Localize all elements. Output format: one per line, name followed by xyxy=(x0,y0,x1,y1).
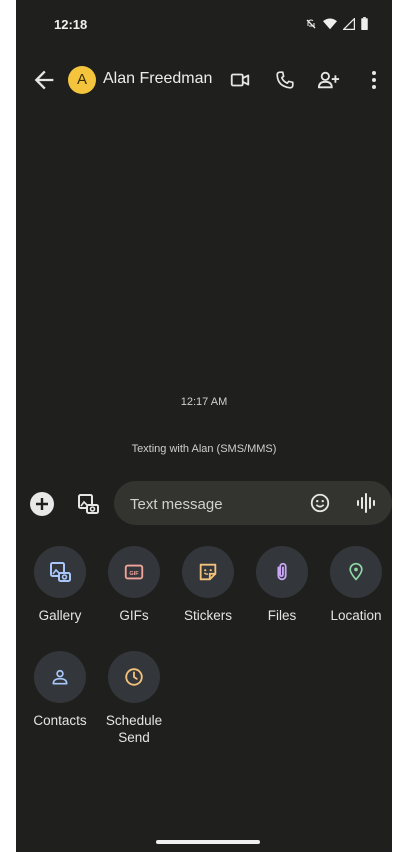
phone-icon xyxy=(276,71,294,89)
silent-icon xyxy=(306,19,316,28)
wifi-icon xyxy=(323,17,337,29)
attach-gifs[interactable]: GIF GIFs xyxy=(98,546,170,624)
attach-files-circle xyxy=(256,546,308,598)
more-options-button[interactable] xyxy=(360,66,388,94)
attach-stickers-circle xyxy=(182,546,234,598)
attach-label: GIFs xyxy=(119,608,149,623)
signal-icon xyxy=(343,17,355,30)
gallery-icon xyxy=(78,494,99,514)
contact-icon xyxy=(52,669,68,685)
video-call-button[interactable] xyxy=(226,66,254,94)
voice-waveform-icon xyxy=(357,493,375,513)
status-icons xyxy=(305,17,368,30)
attach-label: Location xyxy=(330,608,382,623)
add-attachment-button[interactable] xyxy=(30,492,54,516)
attach-files[interactable]: Files xyxy=(246,546,318,624)
gif-icon: GIF xyxy=(124,564,144,580)
location-icon xyxy=(349,562,363,581)
messages-screen: 12:18 A Alan Freedman 12:17 AM Texting w… xyxy=(16,0,392,852)
more-vert-icon xyxy=(372,71,376,89)
attach-schedule-send[interactable]: Schedule Send xyxy=(98,651,170,746)
attach-label: Files xyxy=(267,608,297,623)
attach-label: Schedule Send xyxy=(105,713,163,745)
add-person-icon xyxy=(317,71,340,89)
contact-name[interactable]: Alan Freedman xyxy=(103,70,212,88)
gesture-nav-handle[interactable] xyxy=(156,840,260,844)
status-time: 12:18 xyxy=(54,17,88,32)
attach-contacts[interactable]: Contacts xyxy=(24,651,96,729)
plus-icon xyxy=(36,498,48,510)
attach-label: Gallery xyxy=(38,608,82,623)
sticker-icon xyxy=(199,563,217,581)
add-person-button[interactable] xyxy=(315,66,343,94)
arrow-back-icon xyxy=(34,70,54,90)
attach-label: Stickers xyxy=(183,608,232,623)
attach-contacts-circle xyxy=(34,651,86,703)
gallery-icon xyxy=(50,562,71,582)
attach-file-icon xyxy=(277,562,287,581)
clock-icon xyxy=(125,668,143,686)
battery-icon xyxy=(361,17,368,30)
compose-bar xyxy=(114,481,392,525)
gallery-button[interactable] xyxy=(74,490,102,518)
video-call-icon xyxy=(230,73,250,87)
back-button[interactable] xyxy=(30,66,58,94)
attach-label: Contacts xyxy=(33,713,87,728)
text-message-input[interactable] xyxy=(128,492,302,516)
status-bar: 12:18 xyxy=(16,0,392,48)
attach-gallery[interactable]: Gallery xyxy=(24,546,96,624)
svg-text:GIF: GIF xyxy=(129,571,139,577)
attach-location-circle xyxy=(330,546,382,598)
message-timestamp: 12:17 AM xyxy=(180,396,228,408)
attach-stickers[interactable]: Stickers xyxy=(172,546,244,624)
attach-gifs-circle: GIF xyxy=(108,546,160,598)
conversation-info: Texting with Alan (SMS/MMS) xyxy=(131,443,277,455)
top-app-bar: A Alan Freedman xyxy=(16,56,392,104)
attach-gallery-circle xyxy=(34,546,86,598)
avatar[interactable]: A xyxy=(68,66,96,94)
attach-schedule-circle xyxy=(108,651,160,703)
voice-message-button[interactable] xyxy=(354,491,378,515)
emoji-icon xyxy=(310,493,330,513)
call-button[interactable] xyxy=(271,66,299,94)
attach-location[interactable]: Location xyxy=(320,546,392,624)
emoji-button[interactable] xyxy=(308,491,332,515)
